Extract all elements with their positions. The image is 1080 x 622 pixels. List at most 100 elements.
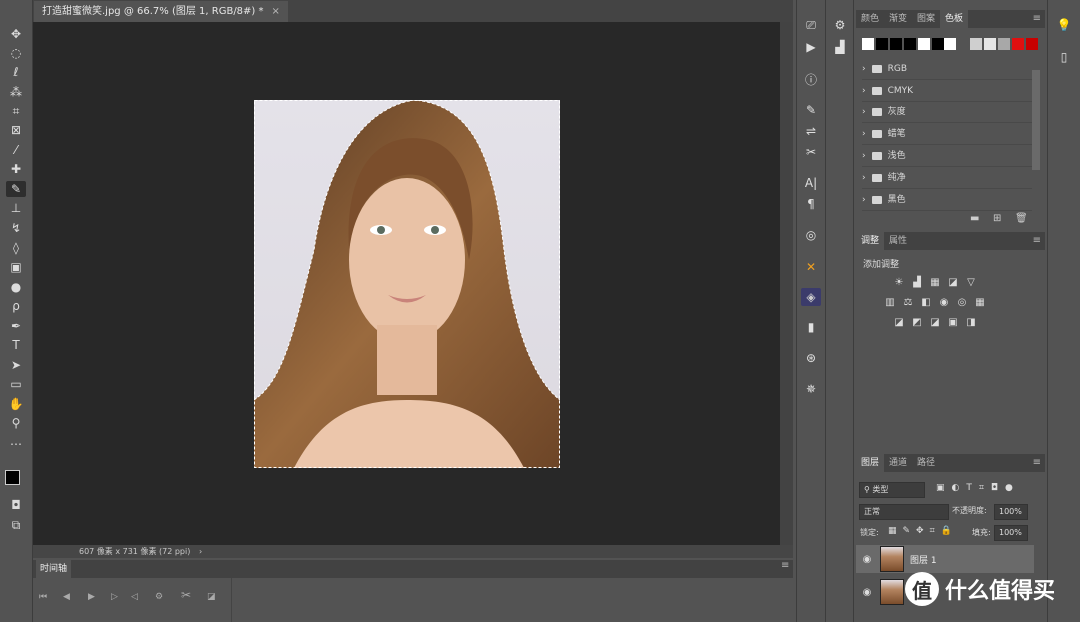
navigator-icon[interactable]: ◎ — [801, 226, 821, 244]
opacity-input[interactable]: 100% — [994, 504, 1028, 520]
new-swatch-icon[interactable]: ⊞ — [993, 213, 1001, 224]
history-icon[interactable]: ⎚ — [801, 16, 821, 34]
panel-menu-icon[interactable]: ≡ — [1033, 454, 1041, 472]
layer-comp-icon[interactable]: ▮ — [801, 318, 821, 336]
black-white-icon[interactable]: ◧ — [919, 296, 933, 308]
type-tool-icon[interactable]: T — [6, 337, 26, 353]
character-icon[interactable]: A| — [801, 174, 821, 192]
vertical-scrollbar[interactable] — [780, 22, 793, 545]
swatch-group[interactable]: › 纯净 — [862, 168, 1032, 189]
selective-color-icon[interactable]: ◨ — [964, 316, 978, 328]
brightness-adjust-icon[interactable]: ☀ — [892, 276, 906, 288]
eraser-plugin-icon[interactable]: ◈ — [801, 288, 821, 306]
clone-source-icon[interactable]: ✂ — [801, 143, 821, 161]
brush-settings-icon[interactable]: ✎ — [801, 101, 821, 119]
screen-mode-icon[interactable]: ⧉ — [6, 517, 26, 533]
foreground-color-swatch[interactable] — [5, 470, 20, 485]
path-selection-tool-icon[interactable]: ➤ — [6, 357, 26, 373]
color-swatch[interactable] — [970, 38, 982, 50]
tab-channels[interactable]: 通道 — [884, 454, 912, 472]
brush-tool-icon[interactable]: ✎ — [6, 181, 26, 197]
healing-brush-tool-icon[interactable]: ✚ — [6, 161, 26, 177]
eye-icon[interactable]: ◉ — [856, 554, 878, 565]
swatch-group[interactable]: › 浅色 — [862, 146, 1032, 167]
new-group-icon[interactable]: ▬ — [970, 213, 979, 224]
play-icon[interactable]: ▶ — [88, 592, 95, 602]
lasso-tool-icon[interactable]: ℓ — [6, 64, 26, 80]
vibrance-adjust-icon[interactable]: ▽ — [964, 276, 978, 288]
channel-mixer-icon[interactable]: ◎ — [955, 296, 969, 308]
curves-adjust-icon[interactable]: ▦ — [928, 276, 942, 288]
gradient-tool-icon[interactable]: ▣ — [6, 259, 26, 275]
pen-tool-icon[interactable]: ✒ — [6, 318, 26, 334]
swatch-group[interactable]: › 黑色 — [862, 190, 1032, 211]
frame-tool-icon[interactable]: ⊠ — [6, 122, 26, 138]
color-swatch[interactable] — [918, 38, 930, 50]
settings-icon[interactable]: ⚙ — [155, 592, 163, 602]
learn-icon[interactable]: ⚙ — [830, 16, 850, 34]
lightbulb-icon[interactable]: 💡 — [1054, 16, 1074, 34]
color-swatch[interactable] — [984, 38, 996, 50]
color-swatch[interactable] — [890, 38, 902, 50]
color-swatch[interactable] — [876, 38, 888, 50]
layer-filter-icons[interactable]: ▣◐T⌗◘● — [936, 483, 1020, 493]
tab-paths[interactable]: 路径 — [912, 454, 940, 472]
rectangle-tool-icon[interactable]: ▭ — [6, 376, 26, 392]
color-lookup-icon[interactable]: ▦ — [973, 296, 987, 308]
tab-timeline[interactable]: 时间轴 — [36, 560, 72, 578]
delete-icon[interactable]: 🗑 — [1015, 213, 1028, 224]
swatch-group[interactable]: › 蜡笔 — [862, 124, 1032, 145]
color-swatch[interactable] — [932, 38, 944, 50]
exposure-adjust-icon[interactable]: ◪ — [946, 276, 960, 288]
eraser-tool-icon[interactable]: ◊ — [6, 240, 26, 256]
tab-swatches[interactable]: 色板 — [940, 10, 969, 28]
hue-adjust-icon[interactable]: ▥ — [883, 296, 897, 308]
info-icon[interactable]: ⓘ — [801, 70, 821, 88]
dodge-tool-icon[interactable]: ρ — [6, 298, 26, 314]
color-balance-icon[interactable]: ⚖ — [901, 296, 915, 308]
transition-icon[interactable]: ◪ — [207, 592, 216, 602]
gear-plugin-icon[interactable]: ✵ — [801, 380, 821, 398]
color-swatch[interactable] — [944, 38, 956, 50]
color-swatch[interactable] — [904, 38, 916, 50]
audio-icon[interactable]: ◁ — [131, 592, 138, 602]
swatch-group[interactable]: › CMYK — [862, 81, 1032, 102]
document-icon[interactable]: ▯ — [1054, 48, 1074, 66]
tools-plugin-icon[interactable]: ✕ — [801, 258, 821, 276]
brushes-icon[interactable]: ⇌ — [801, 122, 821, 140]
paragraph-icon[interactable]: ¶ — [801, 195, 821, 213]
lock-icons[interactable]: ▦✎✥⌗🔒 — [888, 526, 958, 536]
swatches-scrollbar[interactable] — [1032, 70, 1040, 170]
document-tab[interactable]: 打造甜蜜微笑.jpg @ 66.7% (图层 1, RGB/8#) * × — [34, 1, 288, 22]
gradient-map-icon[interactable]: ▣ — [946, 316, 960, 328]
tab-adjustments[interactable]: 调整 — [856, 232, 885, 250]
tab-pattern[interactable]: 图案 — [912, 10, 940, 28]
history-brush-tool-icon[interactable]: ↯ — [6, 220, 26, 236]
libraries-icon[interactable]: ▟ — [830, 38, 850, 56]
tab-color[interactable]: 颜色 — [856, 10, 884, 28]
magic-wand-tool-icon[interactable]: ⁂ — [6, 84, 26, 100]
prev-frame-icon[interactable]: ◀ — [63, 592, 70, 602]
hand-tool-icon[interactable]: ✋ — [6, 396, 26, 412]
color-swatch[interactable] — [998, 38, 1010, 50]
levels-adjust-icon[interactable]: ▟ — [910, 276, 924, 288]
blur-tool-icon[interactable]: ● — [6, 279, 26, 295]
tab-properties[interactable]: 属性 — [884, 232, 912, 250]
tab-layers[interactable]: 图层 — [856, 454, 885, 472]
color-swatch[interactable] — [1012, 38, 1024, 50]
blend-mode-select[interactable]: 正常 — [859, 504, 949, 520]
next-frame-icon[interactable]: ▷ — [111, 592, 118, 602]
marquee-tool-icon[interactable]: ◌ — [6, 45, 26, 61]
quick-mask-icon[interactable]: ◘ — [6, 497, 26, 513]
eye-icon[interactable]: ◉ — [856, 587, 878, 598]
tab-gradient[interactable]: 渐变 — [884, 10, 912, 28]
first-frame-icon[interactable]: ⏮ — [39, 592, 47, 602]
split-icon[interactable]: ✂ — [181, 588, 191, 602]
layer-row[interactable]: ◉ 图层 1 — [856, 545, 1034, 573]
threshold-icon[interactable]: ◪ — [928, 316, 942, 328]
eyedropper-tool-icon[interactable]: ⁄ — [6, 142, 26, 158]
invert-icon[interactable]: ◪ — [892, 316, 906, 328]
close-icon[interactable]: × — [272, 1, 280, 22]
swatch-group[interactable]: › RGB — [862, 59, 1032, 80]
posterize-icon[interactable]: ◩ — [910, 316, 924, 328]
